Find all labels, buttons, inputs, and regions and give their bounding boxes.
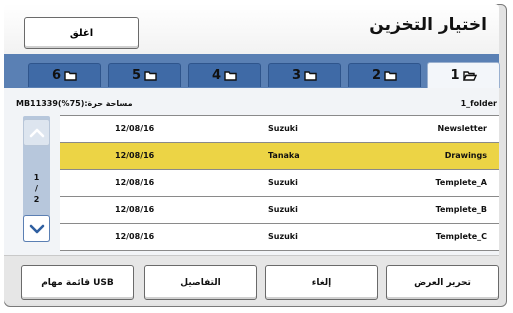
file-date: 12/08/16 [115, 178, 155, 187]
scroll-down-button[interactable] [23, 215, 50, 242]
open-folder-icon [462, 70, 477, 81]
folder-icon [304, 70, 317, 81]
current-page: 1 [33, 173, 40, 182]
page-indicator: 1 / 2 [23, 172, 50, 205]
file-name: Templete_B [435, 205, 487, 214]
chevron-up-icon [29, 128, 44, 137]
tab-label: 4 [211, 68, 222, 83]
folder-icon [144, 70, 157, 81]
file-owner: Tanaka [268, 151, 300, 160]
folder-info: مساحة حرة:MB11339(%75) 1_folder [16, 99, 497, 111]
file-row-templete-c[interactable]: 12/08/16 Suzuki Templete_C [60, 224, 499, 251]
file-owner: Suzuki [268, 205, 298, 214]
file-owner: Suzuki [268, 178, 298, 187]
edit-view-button[interactable]: تحرير العرض [386, 265, 499, 300]
close-button[interactable]: اغلق [24, 17, 139, 49]
tab-folder-4[interactable]: 4 [188, 63, 261, 87]
folder-name-label: 1_folder [460, 99, 497, 108]
scroll-up-button[interactable] [23, 119, 50, 146]
tab-folder-6[interactable]: 6 [28, 63, 101, 87]
file-name: Templete_A [435, 178, 488, 187]
total-pages: 2 [33, 195, 40, 204]
file-name: Templete_C [435, 232, 487, 241]
details-button[interactable]: التفاصيل [144, 265, 257, 300]
file-date: 12/08/16 [115, 124, 155, 133]
file-date: 12/08/16 [115, 232, 155, 241]
folder-icon [224, 70, 237, 81]
file-row-newsletter[interactable]: 12/08/16 Suzuki Newsletter [60, 116, 499, 143]
file-list: 12/08/16 Suzuki Newsletter 12/08/16 Tana… [60, 115, 499, 255]
tab-folder-1[interactable]: 1 [427, 62, 500, 88]
file-row-templete-a[interactable]: 12/08/16 Suzuki Templete_A [60, 170, 499, 197]
file-name: Newsletter [437, 124, 487, 133]
file-row-templete-b[interactable]: 12/08/16 Suzuki Templete_B [60, 197, 499, 224]
tab-label: 2 [371, 68, 382, 83]
tab-folder-2[interactable]: 2 [348, 63, 421, 87]
file-date: 12/08/16 [115, 151, 155, 160]
tab-label: 5 [131, 68, 142, 83]
cancel-button[interactable]: إلغاء [265, 265, 378, 300]
tab-folder-5[interactable]: 5 [108, 63, 181, 87]
folder-icon [64, 70, 77, 81]
free-space-label: مساحة حرة:MB11339(%75) [16, 99, 133, 108]
folder-icon [384, 70, 397, 81]
page-separator: / [35, 184, 38, 193]
dialog-header: اغلق اختيار التخزين [4, 4, 499, 55]
tab-folder-3[interactable]: 3 [268, 63, 341, 87]
tab-label: 1 [450, 68, 460, 83]
file-date: 12/08/16 [115, 205, 155, 214]
tab-label: 6 [51, 68, 62, 83]
usb-job-list-button[interactable]: قائمة مهام USB [21, 265, 134, 300]
chevron-down-icon [29, 224, 44, 233]
file-row-drawings[interactable]: 12/08/16 Tanaka Drawings [60, 143, 499, 170]
file-owner: Suzuki [268, 124, 298, 133]
file-owner: Suzuki [268, 232, 298, 241]
file-name: Drawings [444, 151, 487, 160]
dialog-title: اختيار التخزين [369, 15, 487, 35]
tab-label: 3 [291, 68, 302, 83]
